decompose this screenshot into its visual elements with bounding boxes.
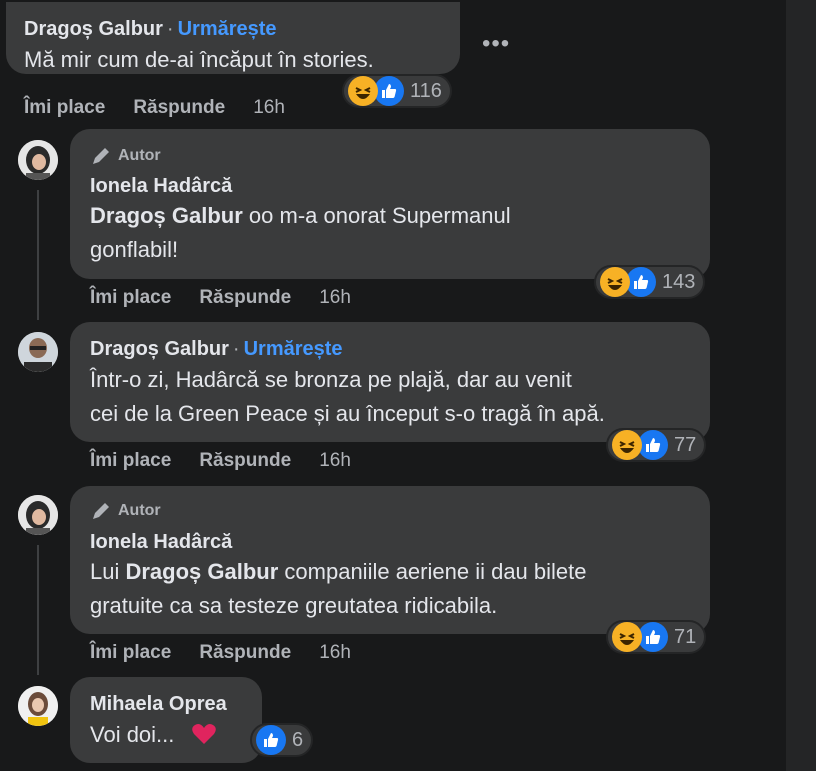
comment-text-line2: cei de la Green Peace și au început s-o … — [90, 401, 605, 426]
comment-actions: Îmi place Răspunde 16h — [90, 287, 351, 309]
comment-author[interactable]: Dragoș Galbur · Urmărește — [90, 338, 343, 361]
avatar[interactable] — [18, 495, 58, 535]
reaction-summary[interactable]: 116 — [342, 74, 452, 108]
reaction-summary[interactable]: 71 — [606, 620, 707, 654]
author-name[interactable]: Ionela Hadârcă — [90, 531, 232, 554]
reaction-count: 71 — [674, 625, 697, 648]
comment-text-line2: gratuite ca sa testeze greutatea ridicab… — [90, 593, 498, 618]
follow-button[interactable]: Urmărește — [178, 18, 277, 40]
reply-link[interactable]: Răspunde — [133, 97, 225, 119]
thread-line — [37, 190, 39, 320]
more-options-icon[interactable]: ••• — [482, 30, 510, 58]
like-link[interactable]: Îmi place — [24, 97, 105, 119]
scrollbar[interactable] — [786, 0, 816, 771]
haha-icon — [612, 622, 642, 652]
haha-icon — [612, 430, 642, 460]
comment-actions: Îmi place Răspunde 16h — [90, 450, 351, 472]
timestamp[interactable]: 16h — [319, 287, 351, 309]
author-badge: Autor — [90, 500, 161, 522]
mention-link[interactable]: Dragoș Galbur — [90, 203, 243, 228]
reply-link[interactable]: Răspunde — [199, 642, 291, 664]
avatar[interactable] — [18, 686, 58, 726]
thread-line — [37, 545, 39, 675]
comment-text-line2: gonflabil! — [90, 237, 179, 262]
comment-text: Într-o zi, Hadârcă se bronza pe plajă, d… — [90, 367, 572, 392]
author-name[interactable]: Mihaela Oprea — [90, 693, 227, 716]
mention-link[interactable]: Dragoș Galbur — [125, 559, 278, 584]
like-link[interactable]: Îmi place — [90, 287, 171, 309]
heart-icon — [191, 724, 216, 744]
comment-actions: Îmi place Răspunde 16h — [24, 97, 285, 119]
timestamp[interactable]: 16h — [253, 97, 285, 119]
haha-icon — [348, 76, 378, 106]
comment-text-part: Lui — [90, 559, 126, 584]
comment-text: Dragoș Galbur oo m-a onorat Supermanul — [90, 199, 511, 232]
reaction-count: 116 — [410, 79, 442, 102]
timestamp[interactable]: 16h — [319, 642, 351, 664]
comment-text: Lui Dragoș Galbur companiile aeriene ii … — [90, 555, 587, 588]
timestamp[interactable]: 16h — [319, 450, 351, 472]
reaction-summary[interactable]: 6 — [250, 723, 314, 757]
author-name[interactable]: Dragoș Galbur — [24, 18, 163, 40]
reply-link[interactable]: Răspunde — [199, 450, 291, 472]
reaction-summary[interactable]: 143 — [594, 265, 706, 299]
like-icon — [374, 76, 404, 106]
pen-icon — [93, 148, 109, 164]
reaction-count: 6 — [292, 728, 304, 751]
avatar[interactable] — [18, 332, 58, 372]
reply-link[interactable]: Răspunde — [199, 287, 291, 309]
comment-text-part: Voi doi... — [90, 722, 175, 747]
comment-text-part: companiile aeriene ii dau bilete — [278, 559, 587, 584]
author-label: Autor — [118, 502, 161, 519]
haha-icon — [600, 267, 630, 297]
comment-text: Mă mir cum de-ai încăput în stories. — [24, 47, 374, 72]
like-link[interactable]: Îmi place — [90, 642, 171, 664]
follow-button[interactable]: Urmărește — [244, 338, 343, 360]
like-icon — [638, 430, 668, 460]
reaction-summary[interactable]: 77 — [606, 428, 707, 462]
comment-actions: Îmi place Răspunde 16h — [90, 642, 351, 664]
author-label: Autor — [118, 147, 161, 164]
author-badge: Autor — [90, 145, 161, 167]
separator-dot: · — [166, 18, 174, 40]
pen-icon — [93, 503, 109, 519]
separator-dot: · — [232, 338, 240, 360]
like-link[interactable]: Îmi place — [90, 450, 171, 472]
author-name[interactable]: Ionela Hadârcă — [90, 175, 232, 198]
comment-text: Voi doi... — [90, 718, 217, 751]
reaction-count: 77 — [674, 433, 697, 456]
comment-text-part: oo m-a onorat Supermanul — [242, 203, 511, 228]
reaction-count: 143 — [662, 270, 696, 293]
like-icon — [638, 622, 668, 652]
comment-author[interactable]: Dragoș Galbur · Urmărește — [24, 18, 277, 41]
like-icon — [256, 725, 286, 755]
author-name[interactable]: Dragoș Galbur — [90, 338, 229, 360]
like-icon — [626, 267, 656, 297]
avatar[interactable] — [18, 140, 58, 180]
